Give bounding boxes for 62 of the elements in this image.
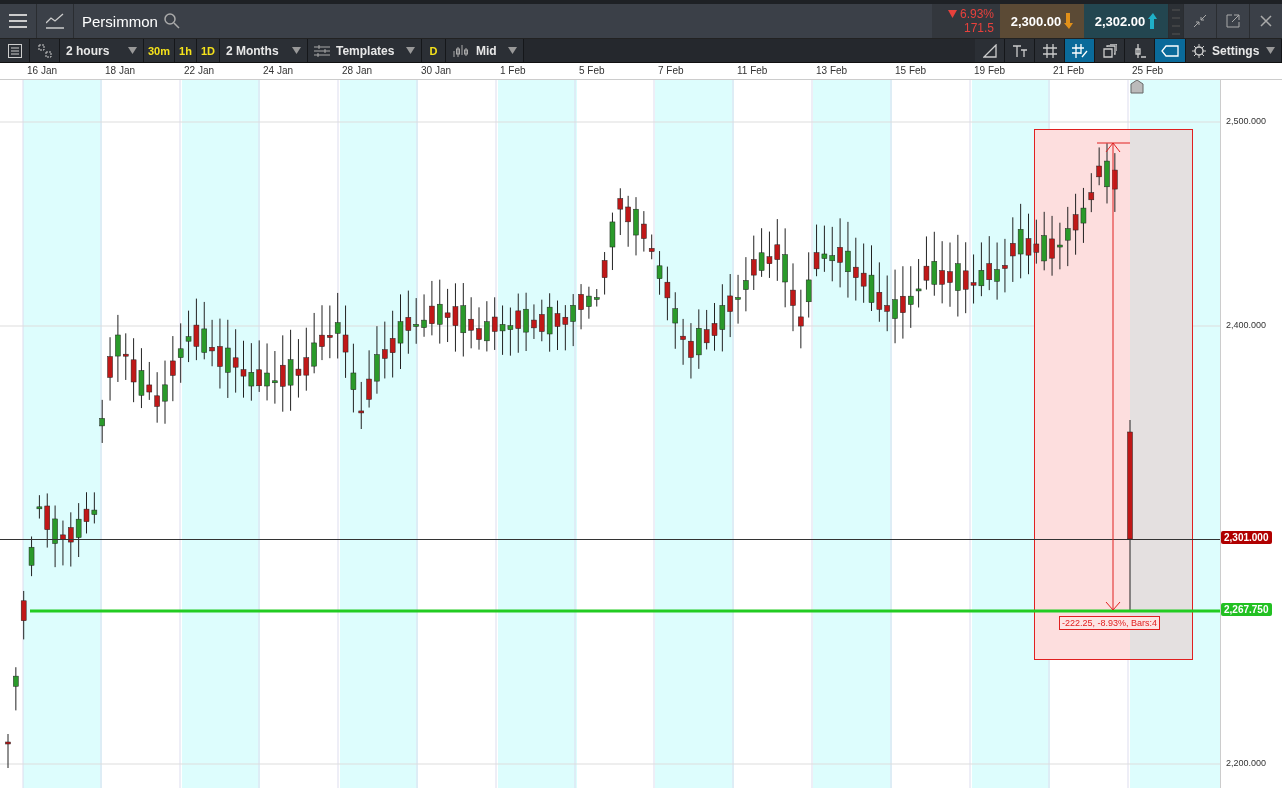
date-label: 15 Feb — [895, 65, 927, 76]
date-label: 16 Jan — [27, 65, 58, 76]
trendline-icon — [982, 43, 997, 58]
chart-tool-button[interactable] — [1125, 39, 1155, 62]
range-dropdown[interactable]: 2 Months — [219, 39, 308, 62]
caret-icon — [128, 47, 137, 54]
interval-dropdown[interactable]: 2 hours — [60, 39, 144, 62]
measure-label: -222.25, -8.93%, Bars:4 — [1059, 616, 1161, 630]
interval-button[interactable]: 1D — [196, 39, 220, 62]
instrument-title: Persimmon — [82, 12, 158, 30]
price-type-dropdown[interactable]: Mid — [445, 39, 524, 62]
caret-icon — [405, 47, 415, 54]
chart-tool-button[interactable] — [1005, 39, 1035, 62]
layers-icon — [1102, 43, 1117, 58]
grid-pencil-icon — [1071, 43, 1088, 58]
settings-icon — [1192, 43, 1206, 58]
chart-tool-button[interactable] — [1155, 39, 1186, 62]
interval-button[interactable]: 30m — [144, 39, 176, 62]
date-label: 30 Jan — [421, 65, 452, 76]
settings-dropdown[interactable]: Settings — [1186, 39, 1282, 62]
support-price-tag: 2,267.750 — [1221, 603, 1272, 616]
date-label: 21 Feb — [1053, 65, 1085, 76]
current-price-tag: 2,301.000 — [1221, 531, 1272, 544]
chart-tool-button[interactable] — [1095, 39, 1125, 62]
caret-icon — [291, 47, 301, 54]
list-icon[interactable] — [0, 39, 30, 62]
text-size-icon — [1011, 43, 1028, 58]
caret-icon — [1266, 47, 1275, 54]
date-label: 22 Jan — [184, 65, 215, 76]
period-button[interactable]: D — [421, 39, 446, 62]
chart-tool-button[interactable] — [975, 39, 1005, 62]
templates-dropdown[interactable]: Templates — [307, 39, 422, 62]
date-label: 19 Feb — [974, 65, 1006, 76]
sliders-icon — [313, 44, 330, 57]
candle-icon — [451, 44, 470, 57]
date-label: 5 Feb — [579, 65, 605, 76]
price-axis-label: 2,200.000 — [1226, 758, 1267, 768]
down-arrow-icon — [1064, 13, 1074, 29]
caret-icon — [507, 47, 517, 54]
chart-tool-button[interactable] — [1065, 39, 1095, 62]
price-axis-label: 2,500.000 — [1226, 116, 1267, 126]
interval-button[interactable]: 1h — [175, 39, 197, 62]
change-percent: 6.93% — [947, 7, 994, 21]
price-axis-label: 2,400.000 — [1226, 320, 1267, 330]
date-label: 13 Feb — [816, 65, 848, 76]
sell-price-button[interactable]: 2,300.00 — [1000, 4, 1084, 38]
layout-icon[interactable] — [30, 39, 60, 62]
date-label: 24 Jan — [263, 65, 294, 76]
date-label: 1 Feb — [500, 65, 526, 76]
grid-icon — [1042, 43, 1057, 58]
chart-tool-button[interactable] — [1035, 39, 1065, 62]
buy-price-button[interactable]: 2,302.00 — [1084, 4, 1168, 38]
date-label: 18 Jan — [105, 65, 136, 76]
candle-icon — [1132, 43, 1147, 58]
date-label: 7 Feb — [658, 65, 684, 76]
change-points: 171.5 — [963, 21, 994, 35]
up-arrow-icon — [1148, 13, 1158, 29]
search-icon[interactable] — [163, 13, 180, 29]
date-label: 28 Jan — [342, 65, 373, 76]
tag-icon — [1161, 44, 1179, 57]
date-label: 25 Feb — [1132, 65, 1164, 76]
date-label: 11 Feb — [737, 65, 768, 76]
